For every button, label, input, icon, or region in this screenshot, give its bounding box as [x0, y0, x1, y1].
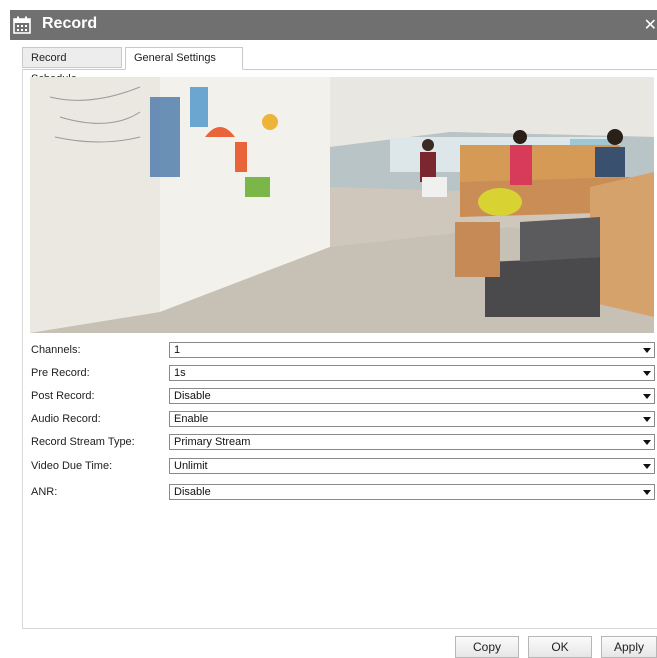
ok-button[interactable]: OK [528, 636, 592, 658]
video-due-time-label: Video Due Time: [31, 460, 113, 472]
chevron-down-icon [643, 490, 651, 495]
chevron-down-icon [643, 348, 651, 353]
anr-label: ANR: [31, 486, 58, 498]
close-icon[interactable]: ✕ [644, 15, 657, 35]
row-post-record: Post Record: Disable [31, 388, 656, 406]
record-stream-type-value: Primary Stream [174, 436, 251, 448]
chevron-down-icon [643, 464, 651, 469]
record-stream-type-select[interactable]: Primary Stream [169, 434, 655, 450]
anr-value: Disable [174, 486, 211, 498]
apply-button[interactable]: Apply [601, 636, 657, 658]
row-record-stream-type: Record Stream Type: Primary Stream [31, 434, 656, 452]
audio-record-label: Audio Record: [31, 413, 101, 425]
audio-record-value: Enable [174, 413, 209, 425]
window-titlebar: Record ✕ [10, 10, 657, 40]
copy-button[interactable]: Copy [455, 636, 519, 658]
row-audio-record: Audio Record: Enable [31, 411, 656, 429]
chevron-down-icon [643, 371, 651, 376]
row-pre-record: Pre Record: 1s [31, 365, 656, 383]
post-record-value: Disable [174, 390, 211, 402]
window-title: Record [42, 15, 98, 32]
video-due-time-value: Unlimit [174, 460, 208, 472]
channels-value: 1 [174, 344, 181, 356]
tab-bar: Record Schedule General Settings [22, 47, 657, 85]
chevron-down-icon [643, 440, 651, 445]
row-anr: ANR: Disable [31, 484, 656, 502]
post-record-select[interactable]: Disable [169, 388, 655, 404]
post-record-label: Post Record: [31, 390, 95, 402]
camera-preview [30, 77, 654, 333]
audio-record-select[interactable]: Enable [169, 411, 655, 427]
anr-select[interactable]: Disable [169, 484, 655, 500]
calendar-icon [13, 16, 31, 34]
chevron-down-icon [643, 394, 651, 399]
pre-record-select[interactable]: 1s [169, 365, 655, 381]
chevron-down-icon [643, 417, 651, 422]
row-video-due-time: Video Due Time: Unlimit [31, 458, 656, 476]
pre-record-label: Pre Record: [31, 367, 90, 379]
channels-label: Channels: [31, 344, 81, 356]
row-channels: Channels: 1 [31, 342, 656, 360]
pre-record-value: 1s [174, 367, 186, 379]
channels-select[interactable]: 1 [169, 342, 655, 358]
tab-record-schedule[interactable]: Record Schedule [22, 47, 122, 85]
record-stream-type-label: Record Stream Type: [31, 436, 135, 448]
tab-general-settings[interactable]: General Settings [125, 47, 243, 70]
video-due-time-select[interactable]: Unlimit [169, 458, 655, 474]
